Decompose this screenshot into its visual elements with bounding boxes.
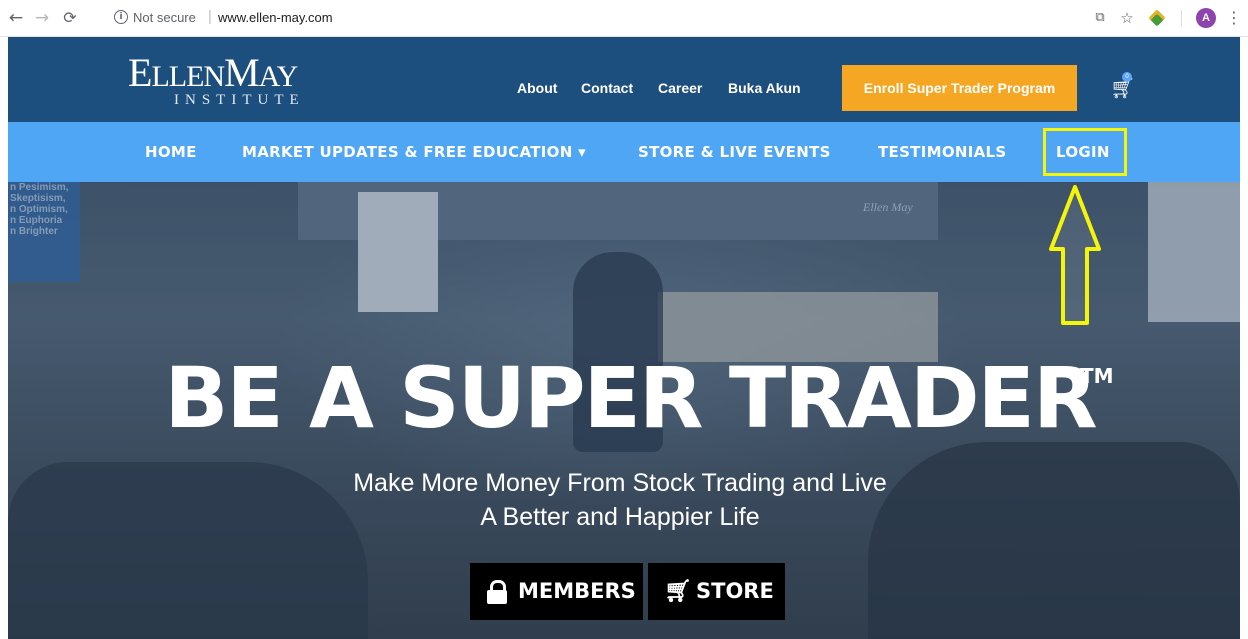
translate-icon[interactable]: ⧉ [1091, 8, 1109, 28]
hero-title: BE A SUPER TRADER [164, 349, 1097, 447]
logo-subtitle: INSTITUTE [174, 92, 305, 108]
url-text[interactable]: www.ellen-may.com [218, 10, 333, 25]
toolbar-divider [1181, 10, 1182, 26]
profile-avatar[interactable]: A [1196, 8, 1216, 28]
store-button[interactable]: 🛒︎ STORE [648, 563, 785, 620]
menu-icon[interactable]: ⋮ [1226, 8, 1242, 28]
annotation-arrow-icon [1049, 185, 1101, 325]
forward-icon[interactable]: → [32, 8, 52, 28]
trademark-symbol: TM [1080, 364, 1114, 388]
nav-item-market-updates[interactable]: MARKET UPDATES & FREE EDUCATION ▾ [242, 143, 586, 161]
main-nav: HOME MARKET UPDATES & FREE EDUCATION ▾ S… [8, 122, 1240, 182]
contact-link[interactable]: Contact [581, 80, 633, 96]
hero-subtitle-line-2: A Better and Happier Life [480, 503, 760, 531]
logo[interactable]: ELLENMAY INSTITUTE [128, 51, 318, 113]
enroll-button[interactable]: Enroll Super Trader Program [842, 65, 1077, 111]
hero-subtitle-line-1: Make More Money From Stock Trading and L… [353, 469, 887, 497]
cart-badge: 0 [1122, 72, 1132, 82]
about-link[interactable]: About [517, 80, 557, 96]
buka-akun-link[interactable]: Buka Akun [728, 80, 801, 96]
nav-item-login[interactable]: LOGIN [1056, 143, 1110, 161]
nav-item-testimonials[interactable]: TESTIMONIALS [878, 143, 1006, 161]
back-icon[interactable]: ← [6, 8, 26, 28]
nav-item-home[interactable]: HOME [145, 143, 197, 161]
nav-item-store-live-events[interactable]: STORE & LIVE EVENTS [638, 143, 831, 161]
star-icon[interactable]: ☆ [1118, 8, 1136, 28]
security-label: Not secure [133, 10, 196, 25]
members-button-label: MEMBERS [518, 579, 636, 603]
career-link[interactable]: Career [658, 80, 702, 96]
address-bar[interactable]: i Not secure | www.ellen-may.com [100, 6, 1080, 30]
hero-subtitle: Make More Money From Stock Trading and L… [240, 466, 1000, 534]
info-icon[interactable]: i [114, 10, 128, 24]
lock-icon [486, 563, 508, 620]
store-button-label: STORE [696, 579, 774, 603]
browser-toolbar: ← → ⟳ i Not secure | www.ellen-may.com ⧉… [0, 0, 1248, 37]
members-button[interactable]: MEMBERS [470, 563, 643, 620]
extension-icon[interactable] [1147, 8, 1167, 28]
cart-icon: 🛒︎ [664, 579, 692, 604]
reload-icon[interactable]: ⟳ [60, 8, 80, 28]
url-divider: | [208, 8, 212, 25]
site-header: ELLENMAY INSTITUTE About Contact Career … [8, 37, 1240, 122]
